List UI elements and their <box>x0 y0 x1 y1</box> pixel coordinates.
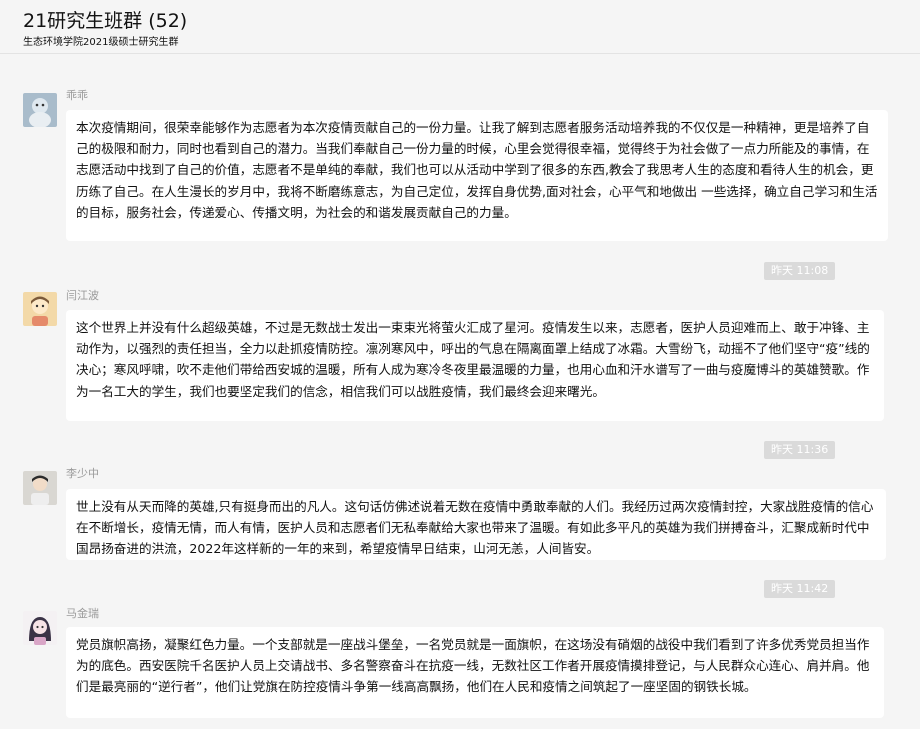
message-timestamp: 昨天 11:36 <box>764 441 836 459</box>
message-bubble[interactable]: 党员旗帜高扬，凝聚红色力量。一个支部就是一座战斗堡垒，一名党员就是一面旗帜，在这… <box>66 627 884 718</box>
message-bubble[interactable]: 这个世界上并没有什么超级英雄，不过是无数战士发出一束束光将萤火汇成了星河。疫情发… <box>66 310 884 421</box>
message-list[interactable]: 乖乖 本次疫情期间，很荣幸能够作为志愿者为本次疫情贡献自己的一份力量。让我了解到… <box>0 55 920 729</box>
sender-name: 闫江波 <box>66 289 99 302</box>
chat-header: 21研究生班群 (52) 生态环境学院2021级硕士研究生群 <box>0 0 920 54</box>
sender-name: 马金瑞 <box>66 607 99 620</box>
sender-name: 乖乖 <box>66 89 88 102</box>
avatar[interactable] <box>23 292 57 326</box>
avatar[interactable] <box>23 93 57 127</box>
message-bubble[interactable]: 本次疫情期间，很荣幸能够作为志愿者为本次疫情贡献自己的一份力量。让我了解到志愿者… <box>66 110 888 241</box>
message-timestamp: 昨天 11:42 <box>764 580 836 598</box>
group-description: 生态环境学院2021级硕士研究生群 <box>23 37 179 48</box>
group-title[interactable]: 21研究生班群 (52) <box>23 9 187 33</box>
message-timestamp: 昨天 11:08 <box>764 262 836 280</box>
sender-name: 李少中 <box>66 467 99 480</box>
message-bubble[interactable]: 世上没有从天而降的英雄,只有挺身而出的凡人。这句话仿佛述说着无数在疫情中勇敢奉献… <box>66 489 886 560</box>
avatar[interactable] <box>23 611 57 645</box>
avatar[interactable] <box>23 471 57 505</box>
